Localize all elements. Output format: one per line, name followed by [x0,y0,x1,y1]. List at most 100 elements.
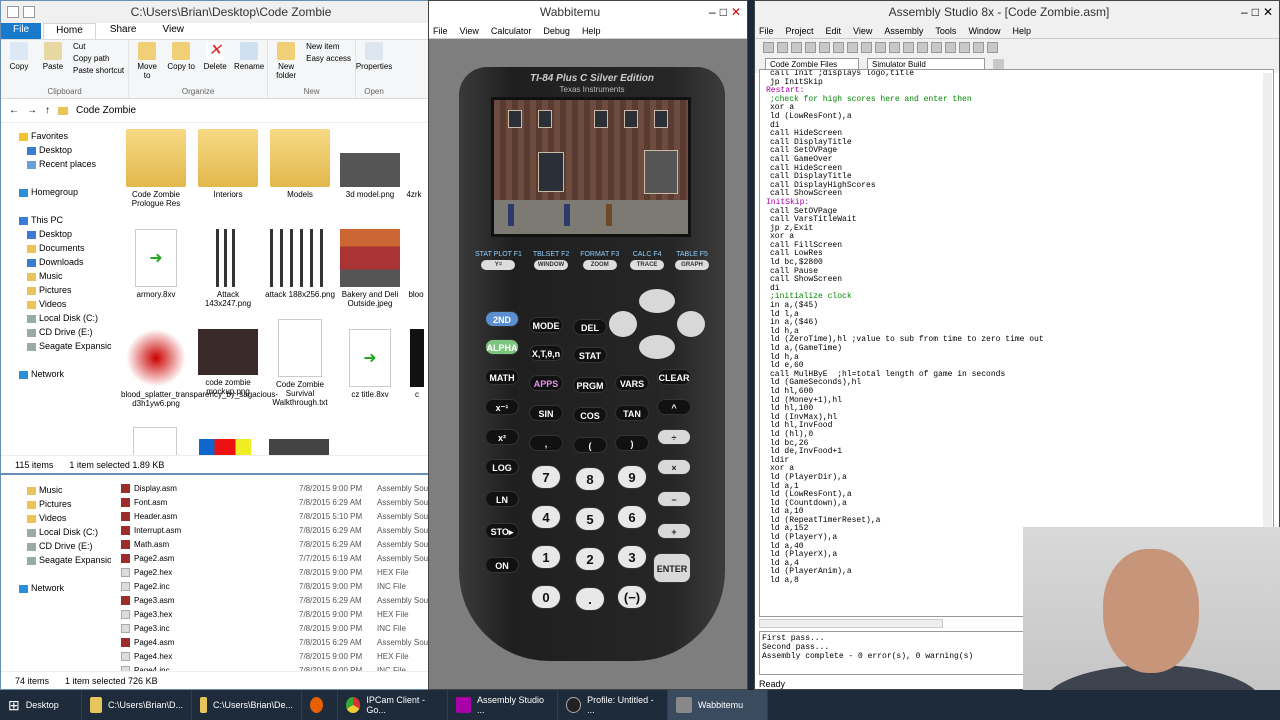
maximize-icon[interactable]: □ [720,5,727,19]
table-row[interactable]: Display.asm 7/8/2015 9:00 PM Assembly Sou [121,481,429,495]
second-key[interactable]: 2ND [485,311,519,327]
menu-edit[interactable]: Edit [826,26,842,36]
mode-key[interactable]: MODE [529,317,563,333]
debug-icon[interactable] [931,41,942,53]
decimal-key[interactable]: . [575,587,605,611]
table-row[interactable]: Page4.hex 7/8/2015 9:00 PM HEX File [121,649,429,663]
math-key[interactable]: MATH [485,369,519,385]
key-0[interactable]: 0 [531,585,561,609]
file-tile[interactable]: attack 188x256.png [265,229,335,299]
image-thumbnail[interactable] [199,439,251,455]
menu-file[interactable]: File [433,26,448,36]
minimize-icon[interactable]: – [1241,5,1248,19]
file-tile[interactable]: blood_splatter_transparency_by_sagacious… [121,329,278,408]
menu-file[interactable]: File [759,26,774,36]
menu-tools[interactable]: Tools [935,26,956,36]
right-arrow-key[interactable] [677,311,705,337]
nav-videos[interactable]: Videos [7,511,111,525]
table-row[interactable]: Header.asm 7/8/2015 5:10 PM Assembly Sou [121,509,429,523]
open-icon[interactable] [777,41,788,53]
menu-view[interactable]: View [853,26,872,36]
table-row[interactable]: Page2.asm 7/7/2015 6:19 AM Assembly Sou [121,551,429,565]
forward-icon[interactable]: → [27,105,37,116]
key-9[interactable]: 9 [617,465,647,489]
xton-key[interactable]: X,T,θ,n [529,345,563,361]
quick-access-icon[interactable] [7,6,19,18]
redo-icon[interactable] [875,41,886,53]
f5-key[interactable]: TABLE F5 GRAPH [675,251,709,270]
taskbar-item[interactable] [302,690,338,720]
nav-cd-drive[interactable]: CD Drive (E:) [7,539,111,553]
up-arrow-key[interactable] [639,289,675,313]
start-button[interactable]: ⊞ Desktop [0,690,82,720]
paste-button[interactable]: Paste [39,42,67,71]
nav-pictures[interactable]: Pictures [7,497,111,511]
file-tile[interactable]: Bakery and Deli Outside.jpeg [335,229,405,308]
key-3[interactable]: 3 [617,545,647,569]
nav-documents[interactable]: Documents [7,241,111,255]
key-6[interactable]: 6 [617,505,647,529]
file-tile[interactable]: code zombie mockup.png [193,329,263,396]
menu-project[interactable]: Project [786,26,814,36]
nav-cd-drive[interactable]: CD Drive (E:) [7,325,111,339]
inverse-key[interactable]: x⁻¹ [485,399,519,415]
taskbar-item[interactable]: Assembly Studio ... [448,690,558,720]
left-paren-key[interactable]: ( [573,437,607,453]
table-row[interactable]: Page3.inc 7/8/2015 9:00 PM INC File [121,621,429,635]
menu-calculator[interactable]: Calculator [491,26,532,36]
nav-network[interactable]: Network [7,581,111,595]
vars-key[interactable]: VARS [615,375,649,391]
back-icon[interactable]: ← [9,105,19,116]
move-to-button[interactable]: Move to [133,42,161,80]
copy-button[interactable]: Copy [5,42,33,71]
nav-desktop[interactable]: Desktop [7,143,111,157]
file-tile[interactable]: Code Zombie Survival Walkthrough.txt [265,319,335,407]
key-1[interactable]: 1 [531,545,561,569]
on-key[interactable]: ON [485,557,519,573]
f3-key[interactable]: FORMAT F3 ZOOM [580,251,619,270]
close-icon[interactable]: ✕ [731,5,741,19]
key-2[interactable]: 2 [575,547,605,571]
clear-key[interactable]: CLEAR [657,369,691,385]
f4-key[interactable]: CALC F4 TRACE [630,251,665,270]
square-key[interactable]: x² [485,429,519,445]
run-icon[interactable] [917,41,928,53]
file-tile[interactable]: ➜ armory.8xv [121,229,191,299]
nav-seagate[interactable]: Seagate Expansion D [7,339,111,353]
nav-videos[interactable]: Videos [7,297,111,311]
copy-to-button[interactable]: Copy to [167,42,195,71]
right-paren-key[interactable]: ) [615,435,649,451]
cut-button[interactable]: Cut [73,42,124,51]
tab-share[interactable]: Share [98,23,149,39]
subtract-key[interactable]: − [657,491,691,507]
menu-assembly[interactable]: Assembly [884,26,923,36]
tab-file[interactable]: File [1,23,42,39]
nav-pictures[interactable]: Pictures [7,283,111,297]
menu-help[interactable]: Help [1012,26,1031,36]
file-icon[interactable] [133,427,177,455]
stat-key[interactable]: STAT [573,347,607,363]
nav-local-disk[interactable]: Local Disk (C:) [7,525,111,539]
address-bar[interactable]: ← → ↑ Code Zombie [1,99,429,123]
f2-key[interactable]: TBLSET F2 WINDOW [533,251,569,270]
taskbar-item[interactable]: Wabbitemu [668,690,768,720]
log-key[interactable]: LOG [485,459,519,475]
table-row[interactable]: Font.asm 7/8/2015 6:29 AM Assembly Sou [121,495,429,509]
build-icon[interactable] [903,41,914,53]
divide-key[interactable]: ÷ [657,429,691,445]
stop-icon[interactable] [945,41,956,53]
image-thumbnail[interactable] [269,439,329,455]
nav-desktop2[interactable]: Desktop [7,227,111,241]
minimize-icon[interactable]: – [709,5,716,19]
direction-pad[interactable] [609,289,705,359]
tab-view[interactable]: View [151,23,197,39]
sin-key[interactable]: SIN [529,405,563,421]
alpha-key[interactable]: ALPHA [485,339,519,355]
comma-key[interactable]: , [529,435,563,451]
file-tile[interactable]: Code Zombie Prologue Res [121,129,191,208]
find-icon[interactable] [889,41,900,53]
options-icon[interactable] [973,41,984,53]
table-row[interactable]: Interrupt.asm 7/8/2015 6:29 AM Assembly So… [121,523,429,537]
menu-view[interactable]: View [460,26,479,36]
table-row[interactable]: Page3.asm 7/8/2015 6:29 AM Assembly Sou [121,593,429,607]
